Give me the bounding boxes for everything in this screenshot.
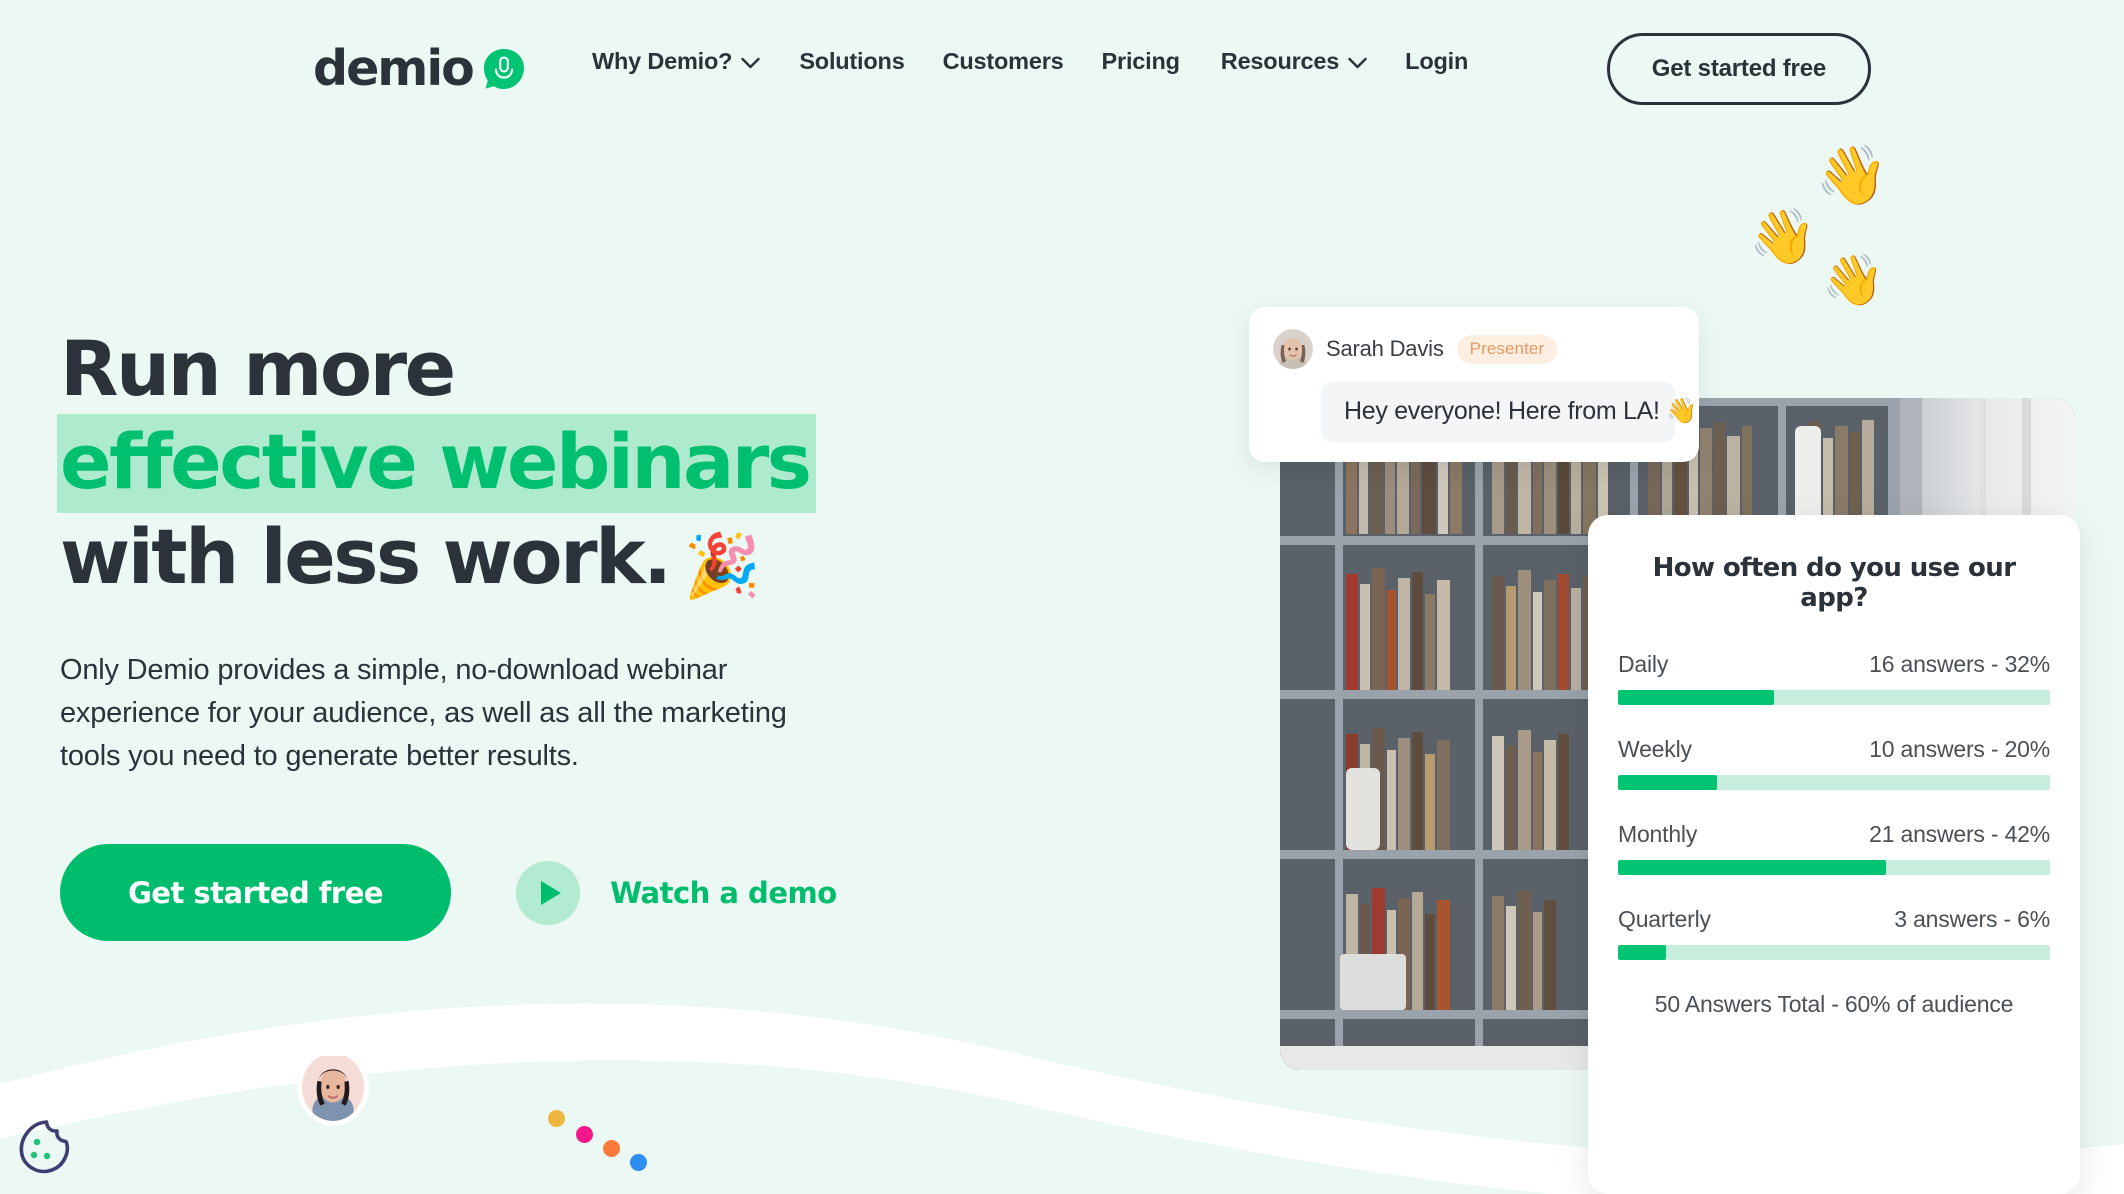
avatar <box>302 1053 364 1121</box>
poll-option-label: Monthly <box>1618 821 1698 847</box>
hero-visual: Sarah Davis Presenter Hey everyone! Here… <box>1230 142 2124 1194</box>
decor-dot-3 <box>603 1140 620 1157</box>
hero-cta-row: Get started free Watch a demo <box>60 844 960 942</box>
poll-option-label: Quarterly <box>1618 906 1711 932</box>
poll-bar-fill <box>1618 860 1886 875</box>
poll-row: Daily 16 answers - 32% <box>1618 651 2050 705</box>
hero-subheading: Only Demio provides a simple, no-downloa… <box>60 654 787 772</box>
decor-dot-1 <box>548 1110 565 1127</box>
nav-item-solutions[interactable]: Solutions <box>799 48 904 75</box>
poll-bar-track <box>1618 860 2050 875</box>
logo-text: demio <box>313 40 475 97</box>
avatar <box>1273 329 1313 369</box>
wave-avatar <box>297 1048 369 1126</box>
header-get-started-button[interactable]: Get started free <box>1606 33 1871 105</box>
poll-bar-track <box>1618 945 2050 960</box>
chat-message-text: Hey everyone! Here from LA! 👋 <box>1321 382 1697 442</box>
poll-bar-track <box>1618 775 2050 790</box>
heading-highlight: effective webinars <box>57 413 816 513</box>
decor-dot-4 <box>630 1154 647 1171</box>
status-badge: Presenter <box>1456 334 1558 364</box>
chat-author-name: Sarah Davis <box>1326 336 1444 361</box>
poll-total-label: 50 Answers Total - 60% of audience <box>1654 991 2014 1017</box>
poll-bar-fill <box>1618 690 1774 705</box>
play-icon <box>516 860 581 925</box>
chat-message-card: Sarah Davis Presenter Hey everyone! Here… <box>1249 307 1699 462</box>
microphone-icon <box>483 48 525 90</box>
poll-bar-fill <box>1618 775 1718 790</box>
hero-content: Run more effective webinars with less wo… <box>57 324 960 942</box>
poll-row: Monthly 21 answers - 42% <box>1618 821 2050 875</box>
nav-item-login[interactable]: Login <box>1405 48 1468 75</box>
nav-label: Solutions <box>799 48 905 74</box>
main-navigation: Why Demio? Solutions Customers Pricing R… <box>592 48 1468 75</box>
nav-item-resources[interactable]: Resources <box>1221 48 1367 75</box>
poll-row: Weekly 10 answers - 20% <box>1618 736 2050 790</box>
nav-item-customers[interactable]: Customers <box>943 48 1064 75</box>
poll-option-label: Daily <box>1618 651 1669 677</box>
poll-option-value: 16 answers - 32% <box>1869 651 2050 677</box>
chat-header: Sarah Davis Presenter <box>1273 329 1675 369</box>
watch-a-demo-label: Watch a demo <box>610 875 837 910</box>
nav-label: Customers <box>942 48 1064 74</box>
nav-label: Pricing <box>1101 48 1180 74</box>
waving-hand-icon: 👋 <box>1814 141 1890 210</box>
watch-a-demo-button[interactable]: Watch a demo <box>516 860 837 925</box>
poll-bar-track <box>1618 690 2050 705</box>
logo[interactable]: demio <box>313 40 525 97</box>
nav-label: Resources <box>1220 48 1340 74</box>
party-popper-icon: 🎉 <box>683 528 761 602</box>
nav-item-pricing[interactable]: Pricing <box>1102 48 1180 75</box>
decor-dot-2 <box>576 1126 593 1143</box>
page-title: Run more effective webinars with less wo… <box>57 324 960 602</box>
nav-label: Why Demio? <box>592 48 733 74</box>
poll-row: Quarterly 3 answers - 6% <box>1618 906 2050 960</box>
nav-label: Login <box>1405 48 1469 74</box>
poll-option-value: 21 answers - 42% <box>1869 821 2050 847</box>
poll-option-value: 3 answers - 6% <box>1894 906 2050 932</box>
poll-option-value: 10 answers - 20% <box>1869 736 2050 762</box>
poll-title: How often do you use our app? <box>1652 553 2016 613</box>
waving-hand-icon: 👋 <box>1822 252 1885 308</box>
poll-card: How often do you use our app? Daily 16 a… <box>1588 515 2080 1194</box>
poll-option-label: Weekly <box>1618 736 1692 762</box>
get-started-free-button[interactable]: Get started free <box>60 844 452 942</box>
chevron-down-icon <box>1348 48 1367 75</box>
waving-hand-icon: 👋 <box>1749 207 1817 267</box>
nav-item-why-demio[interactable]: Why Demio? <box>592 48 761 75</box>
site-header: demio Why Demio? Solutions Customers Pri… <box>0 0 2124 130</box>
heading-line-1: Run more <box>60 324 456 413</box>
cookie-icon[interactable] <box>16 1118 74 1176</box>
chevron-down-icon <box>741 48 761 75</box>
poll-bar-fill <box>1618 945 1666 960</box>
heading-line-3: with less work. <box>60 511 672 601</box>
